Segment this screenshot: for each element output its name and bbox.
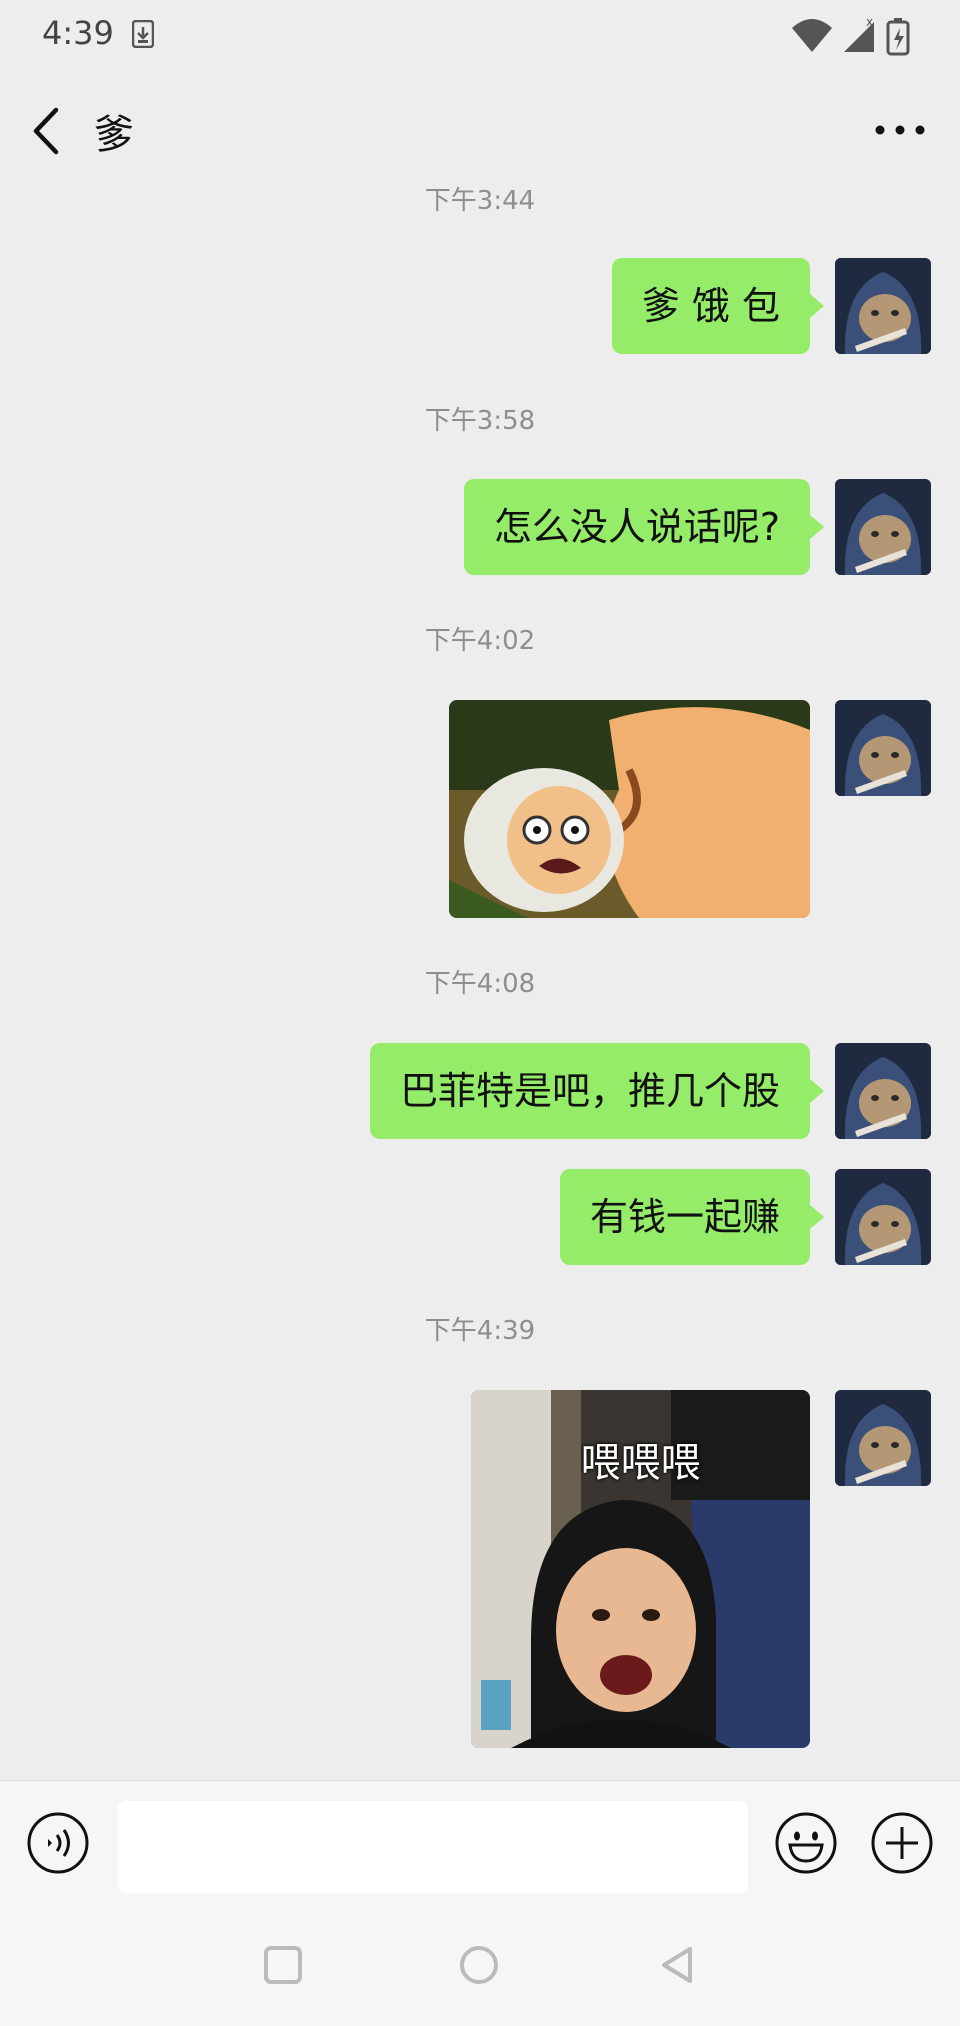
avatar[interactable]	[835, 479, 931, 575]
svg-text:x: x	[866, 16, 873, 29]
timestamp: 下午3:58	[424, 406, 536, 436]
emoji-icon[interactable]	[774, 1811, 838, 1875]
image-message[interactable]: 喂喂喂	[471, 1390, 810, 1748]
home-icon[interactable]	[458, 1944, 500, 1986]
status-time: 4:39	[42, 14, 114, 52]
avatar[interactable]	[835, 258, 931, 354]
system-nav-bar	[0, 1902, 960, 2026]
avatar[interactable]	[835, 1043, 931, 1139]
avatar[interactable]	[835, 700, 931, 796]
status-bar: 4:39 x	[0, 0, 960, 72]
avatar[interactable]	[835, 1390, 931, 1486]
chat-header: 爹	[0, 72, 960, 188]
text-message[interactable]: 有钱一起赚	[559, 1169, 825, 1265]
input-bar	[0, 1780, 960, 1903]
timestamp: 下午3:44	[424, 186, 536, 216]
text-message[interactable]: 巴菲特是吧，推几个股	[369, 1043, 825, 1139]
text-message[interactable]: 怎么没人说话呢?	[463, 479, 825, 575]
image-message[interactable]	[449, 700, 810, 918]
voice-icon[interactable]	[26, 1811, 90, 1875]
timestamp: 下午4:02	[424, 626, 536, 656]
image-caption: 喂喂喂	[580, 1440, 701, 1486]
more-dots-icon[interactable]	[872, 110, 928, 150]
recent-apps-icon[interactable]	[262, 1944, 304, 1986]
chevron-left-icon[interactable]	[26, 104, 70, 158]
wifi-icon	[792, 19, 832, 52]
timestamp: 下午4:08	[424, 969, 536, 999]
message-input[interactable]	[118, 1801, 748, 1893]
battery-icon	[886, 18, 910, 56]
message-list: 下午3:44 爹 饿 包 下午3:58 怎么没人说话呢? 下午4:02 下午4:…	[0, 186, 960, 1780]
cellular-signal-icon: x	[844, 16, 874, 52]
text-message[interactable]: 爹 饿 包	[611, 258, 825, 354]
download-icon	[132, 20, 154, 48]
back-icon[interactable]	[656, 1944, 698, 1986]
avatar[interactable]	[835, 1169, 931, 1265]
chat-title: 爹	[94, 112, 134, 158]
timestamp: 下午4:39	[424, 1316, 536, 1346]
plus-icon[interactable]	[870, 1811, 934, 1875]
